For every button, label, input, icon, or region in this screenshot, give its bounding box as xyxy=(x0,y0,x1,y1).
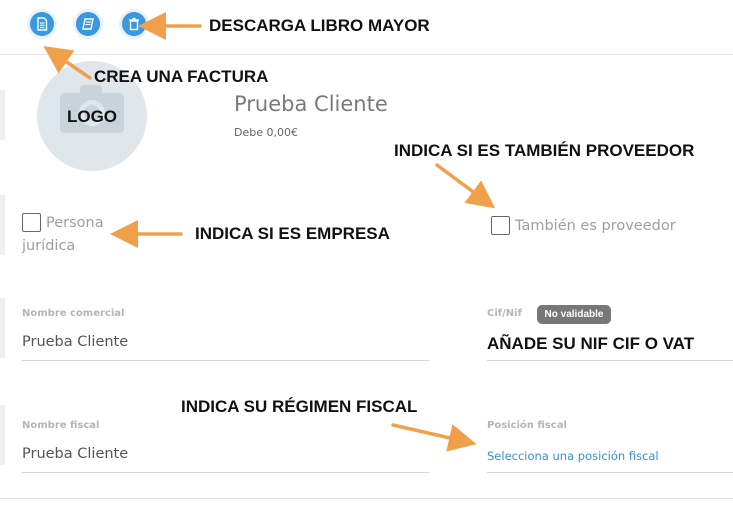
client-debt: Debe 0,00€ xyxy=(234,126,298,139)
legal-person-label-line2: jurídica xyxy=(22,238,76,254)
section-marker xyxy=(0,298,5,358)
trade-name-input[interactable]: Prueba Cliente xyxy=(22,334,128,350)
arrow-tax-regime xyxy=(391,423,477,452)
fiscal-name-input[interactable]: Prueba Cliente xyxy=(22,446,128,462)
document-icon xyxy=(37,17,48,31)
fiscal-name-underline xyxy=(22,472,429,473)
trash-icon xyxy=(129,17,139,31)
section-marker xyxy=(0,90,5,140)
section-marker xyxy=(0,405,5,465)
section-marker xyxy=(0,195,5,255)
logo-label: LOGO xyxy=(66,107,118,126)
download-ledger-button[interactable] xyxy=(73,9,103,39)
delete-button[interactable] xyxy=(119,9,149,39)
fiscal-position-underline xyxy=(487,472,733,473)
annotation-ledger: DESCARGA LIBRO MAYOR xyxy=(209,16,430,35)
supplier-checkbox[interactable] xyxy=(491,216,510,235)
fiscal-position-select[interactable]: Selecciona una posición fiscal xyxy=(487,449,659,463)
toolbar-divider xyxy=(0,54,733,55)
annotation-supplier: INDICA SI ES TAMBIÉN PROVEEDOR xyxy=(394,141,695,160)
annotation-invoice: CREA UNA FACTURA xyxy=(94,67,269,86)
client-name: Prueba Cliente xyxy=(234,92,388,116)
annotation-tax-regime: INDICA SU RÉGIMEN FISCAL xyxy=(181,397,418,416)
trade-name-underline xyxy=(22,360,429,361)
not-validatable-badge: No validable xyxy=(537,305,611,324)
arrow-supplier xyxy=(435,163,496,209)
tax-id-input[interactable] xyxy=(487,360,733,361)
trade-name-label: Nombre comercial xyxy=(22,308,125,319)
annotation-tax-id: AÑADE SU NIF CIF O VAT xyxy=(487,334,695,353)
create-invoice-button[interactable] xyxy=(27,9,57,39)
bottom-divider xyxy=(0,498,733,499)
legal-person-label-line1: Persona xyxy=(46,215,104,231)
annotation-company: INDICA SI ES EMPRESA xyxy=(195,224,390,243)
supplier-label: También es proveedor xyxy=(515,218,676,234)
tax-id-label: Cif/Nif xyxy=(487,308,522,319)
fiscal-name-label: Nombre fiscal xyxy=(22,420,100,431)
book-icon xyxy=(82,18,94,30)
legal-person-checkbox[interactable] xyxy=(22,213,41,232)
fiscal-position-label: Posición fiscal xyxy=(487,420,567,431)
